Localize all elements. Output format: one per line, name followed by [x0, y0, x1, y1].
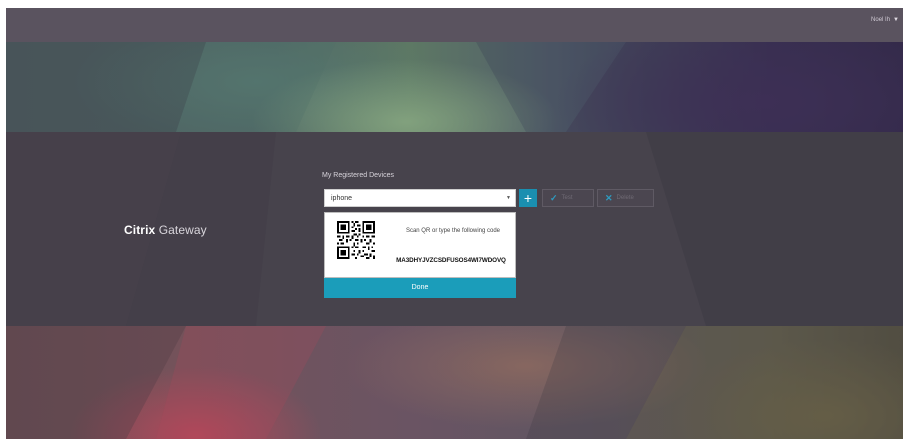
- qr-instruction-text: Scan QR or type the following code: [405, 228, 501, 234]
- brand-bold: Citrix: [124, 223, 156, 237]
- close-icon: ✕: [605, 192, 613, 203]
- caret-down-icon: ▼: [893, 17, 899, 23]
- qr-code-text: MA3DHYJVZCSDFUSOS4WI7WDOVQ: [396, 257, 506, 264]
- qr-code-image: [337, 221, 375, 259]
- device-select[interactable]: iphone ▼: [324, 189, 516, 207]
- banner-facets: [6, 42, 903, 132]
- test-button[interactable]: ✓ Test: [542, 189, 594, 207]
- checkmark-icon: ✓: [550, 192, 558, 203]
- delete-button[interactable]: ✕ Delete: [597, 189, 654, 207]
- top-bar: Noel Ih ▼: [6, 8, 903, 42]
- bottom-banner-facets: [6, 326, 903, 439]
- top-banner: [6, 42, 903, 132]
- citrix-gateway-window: Noel Ih ▼ Citrix Gateway My Registered D…: [6, 8, 903, 439]
- user-menu[interactable]: Noel Ih ▼: [871, 17, 899, 23]
- bottom-banner: [6, 326, 903, 439]
- citrix-gateway-logo: Citrix Gateway: [124, 223, 207, 237]
- qr-popup: Scan QR or type the following code MA3DH…: [324, 212, 516, 278]
- section-title: My Registered Devices: [322, 172, 394, 179]
- add-device-button[interactable]: +: [519, 189, 537, 207]
- device-select-value: iphone: [331, 194, 353, 202]
- dropdown-arrow-icon: ▼: [506, 195, 511, 201]
- done-button[interactable]: Done: [324, 278, 516, 298]
- user-name: Noel Ih: [871, 17, 891, 23]
- delete-label: Delete: [616, 195, 634, 201]
- test-label: Test: [561, 195, 573, 201]
- brand-light: Gateway: [155, 223, 207, 237]
- device-panel: Citrix Gateway My Registered Devices iph…: [6, 132, 903, 326]
